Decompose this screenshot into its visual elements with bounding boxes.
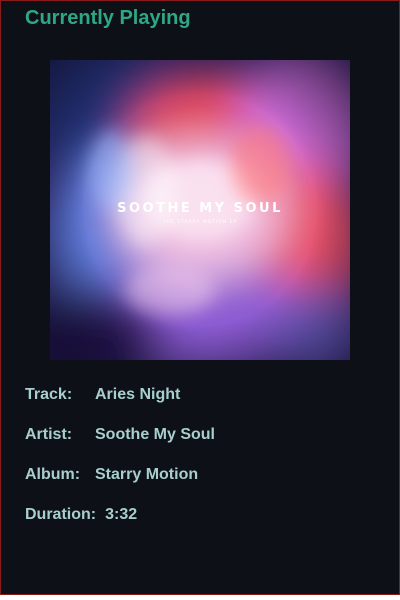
track-value: Aries Night — [95, 386, 181, 403]
album-label: Album: — [25, 466, 81, 483]
duration-label: Duration: — [25, 506, 97, 523]
artist-row: Artist: Soothe My Soul — [25, 426, 215, 444]
album-art-subtitle-text: THE STARRY MOTION EP — [162, 219, 237, 225]
duration-value: 3:32 — [105, 506, 138, 523]
album-row: Album: Starry Motion — [25, 466, 198, 484]
now-playing-panel: Currently Playing SOOTHE MY SOUL THE STA… — [0, 0, 400, 595]
track-label: Track: — [25, 386, 73, 403]
album-value: Starry Motion — [95, 466, 199, 483]
album-cover-art: SOOTHE MY SOUL THE STARRY MOTION EP — [50, 60, 350, 360]
artist-label: Artist: — [25, 426, 73, 443]
duration-row: Duration: 3:32 — [25, 506, 137, 524]
album-cover: SOOTHE MY SOUL THE STARRY MOTION EP — [50, 60, 350, 360]
track-row: Track: Aries Night — [25, 386, 180, 404]
album-art-artist-text: SOOTHE MY SOUL — [117, 201, 283, 216]
artist-value: Soothe My Soul — [95, 426, 215, 443]
page-title: Currently Playing — [25, 7, 191, 29]
